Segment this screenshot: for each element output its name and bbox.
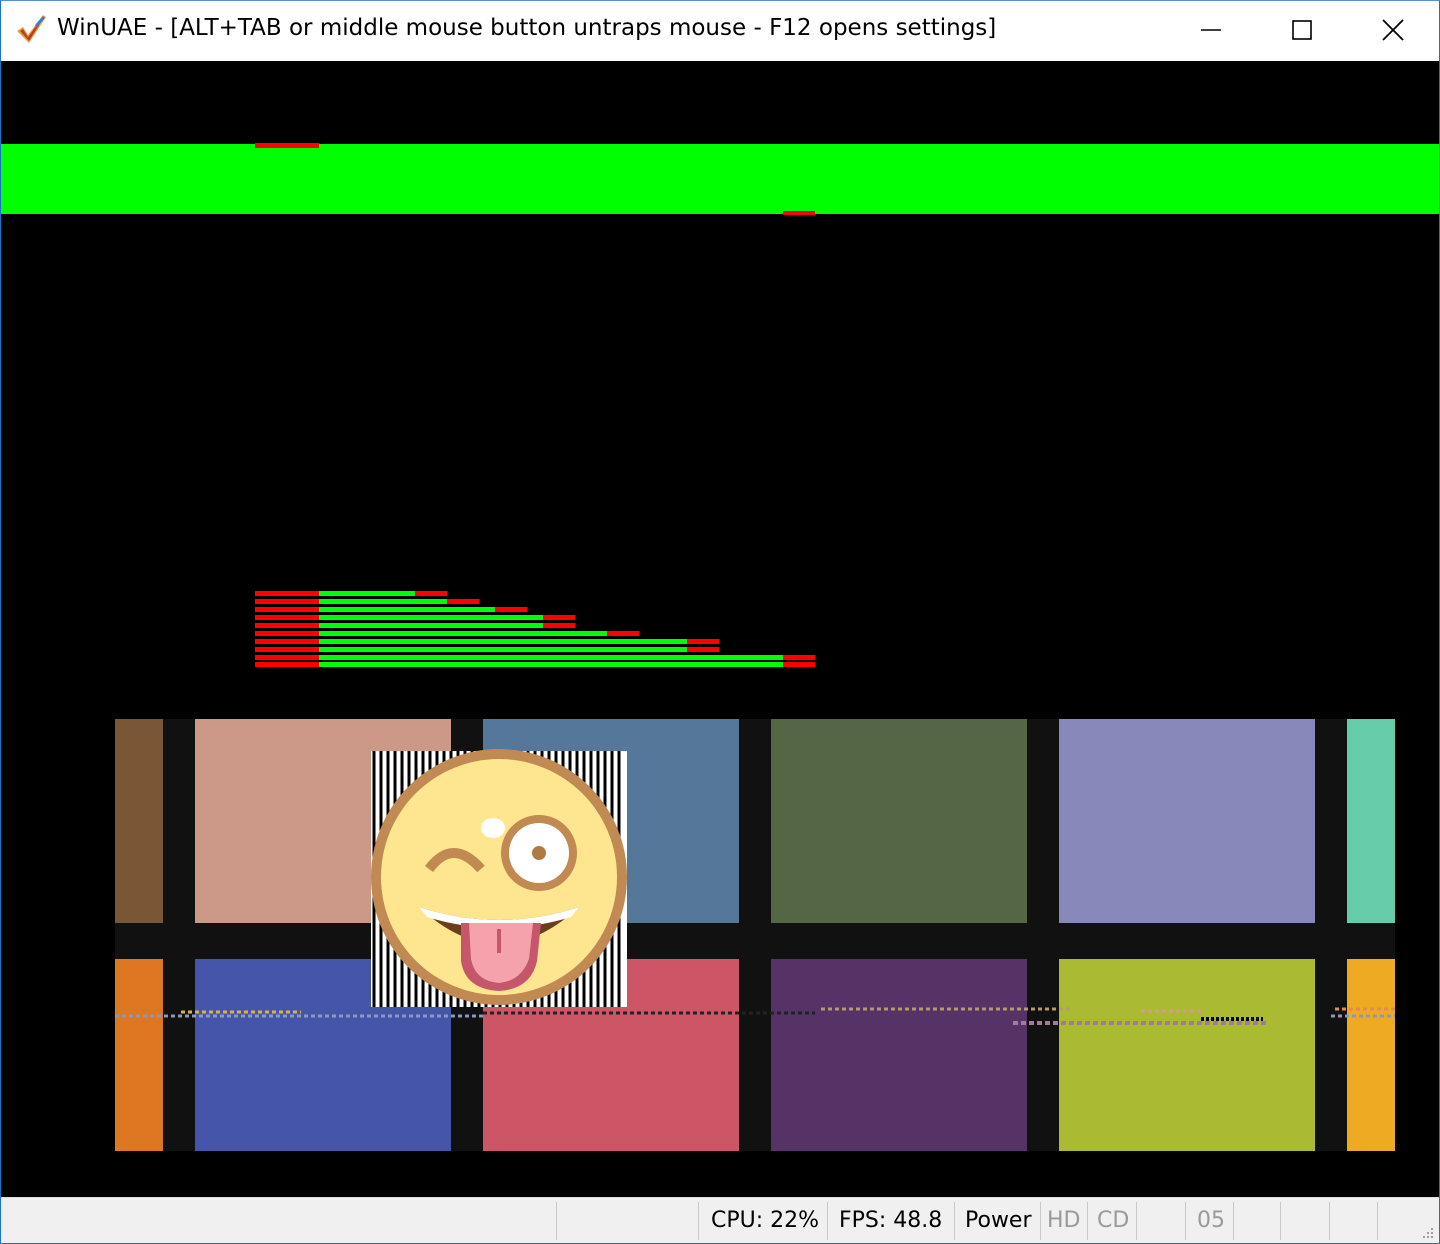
maximize-icon (1292, 20, 1312, 40)
maximize-button[interactable] (1256, 1, 1348, 59)
status-separator (1136, 1202, 1137, 1240)
status-separator (1185, 1202, 1186, 1240)
status-separator (1280, 1202, 1281, 1240)
status-separator (827, 1202, 828, 1240)
title-bar[interactable]: WinUAE - [ALT+TAB or middle mouse button… (1, 1, 1439, 61)
emulator-screen[interactable] (1, 61, 1439, 1197)
minimize-icon (1201, 29, 1221, 31)
swatch-bottom-4 (771, 959, 1027, 1151)
swatch-bottom-5 (1059, 959, 1315, 1151)
status-separator (1087, 1202, 1088, 1240)
status-separator (556, 1202, 557, 1240)
winking-tongue-face-icon (371, 749, 627, 1007)
cd-led: CD (1097, 1208, 1130, 1233)
window-title: WinUAE - [ALT+TAB or middle mouse button… (57, 15, 997, 41)
copper-bar (1, 144, 1439, 214)
close-icon (1382, 19, 1404, 41)
status-separator (1233, 1202, 1234, 1240)
resize-grip-icon[interactable] (1419, 1224, 1435, 1240)
hd-led: HD (1047, 1208, 1081, 1233)
close-button[interactable] (1347, 1, 1439, 59)
swatch-bottom-6 (1347, 959, 1395, 1151)
swatch-top-5 (1059, 719, 1315, 923)
fps-indicator: FPS: 48.8 (839, 1208, 943, 1233)
winuae-window: WinUAE - [ALT+TAB or middle mouse button… (0, 0, 1440, 1244)
swatch-top-6 (1347, 719, 1395, 923)
amiga-display (1, 61, 1439, 1197)
status-separator (698, 1202, 699, 1240)
status-separator (1329, 1202, 1330, 1240)
winuae-check-icon (17, 15, 46, 43)
swatch-top-4 (771, 719, 1027, 923)
swatch-top-1 (115, 719, 163, 923)
status-separator (954, 1202, 955, 1240)
track-indicator: 05 (1197, 1208, 1225, 1233)
power-led: Power (965, 1208, 1032, 1233)
cpu-indicator: CPU: 22% (711, 1208, 820, 1233)
status-separator (1040, 1202, 1041, 1240)
copper-marker-top (255, 143, 319, 148)
minimize-button[interactable] (1165, 1, 1257, 59)
swatch-bottom-1 (115, 959, 163, 1151)
status-bar: CPU: 22% FPS: 48.8 Power HD CD 05 (1, 1197, 1439, 1243)
copper-marker-bottom (783, 211, 815, 215)
status-separator (1377, 1202, 1378, 1240)
